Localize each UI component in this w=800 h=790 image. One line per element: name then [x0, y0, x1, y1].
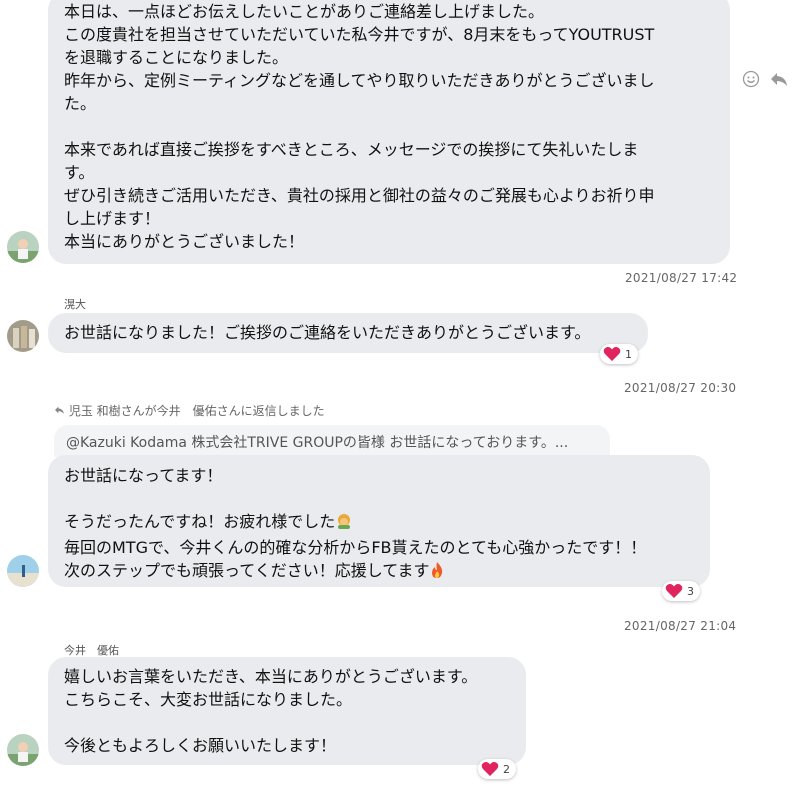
message-line: こちらこそ、大変お世話になりました。: [64, 690, 353, 709]
smiley-icon[interactable]: [742, 70, 760, 93]
timestamp: 2021/08/27 17:42: [625, 271, 738, 285]
heart-icon: [603, 346, 621, 362]
avatar[interactable]: [7, 555, 39, 587]
reply-arrow-icon[interactable]: [770, 70, 788, 93]
message-line: この度貴社を担当させていただいていた私今井ですが、8月末をもってYOUTRUST: [64, 25, 655, 44]
timestamp: 2021/08/27 21:04: [624, 619, 737, 633]
message-line-with-emoji: そうだったんですね！お疲れ様でした: [64, 510, 694, 536]
message-line: お世話になってます！: [64, 466, 223, 485]
avatar[interactable]: [7, 320, 39, 352]
message-line: 今後ともよろしくお願いいたします！: [64, 736, 337, 755]
bow-emoji: [335, 512, 353, 536]
sender-name: 今井 優佑: [64, 644, 119, 657]
message-line: た。: [64, 94, 97, 113]
message-line: し上げます！: [64, 209, 161, 228]
message-line: 本当にありがとうございました！: [64, 232, 305, 251]
reaction-badge[interactable]: 2: [478, 759, 516, 779]
reaction-count: 1: [625, 347, 632, 361]
message-line: 昨年から、定例ミーティングなどを通してやり取りいただきありがとうございまし: [64, 71, 655, 90]
quoted-message[interactable]: @Kazuki Kodama 株式会社TRIVE GROUPの皆様 お世話になっ…: [54, 425, 610, 457]
message-line-with-emoji: 次のステップでも頑張ってください！応援してます: [64, 559, 694, 585]
message-line: 本日は、一点ほどお伝えしたいことがありご連絡差し上げました。: [64, 2, 545, 21]
reaction-badge[interactable]: 3: [662, 581, 700, 601]
quoted-text: @Kazuki Kodama 株式会社TRIVE GROUPの皆様 お世話になっ…: [66, 435, 569, 451]
heart-icon: [665, 583, 683, 599]
message-line: 本来であれば直接ご挨拶をすべきところ、メッセージでの挨拶にて失礼いたしま: [64, 140, 639, 159]
reaction-count: 3: [687, 584, 694, 598]
message-actions: [742, 70, 788, 93]
message-line: ぜひ引き続きご活用いただき、貴社の採用と御社の益々のご発展も心よりお祈り申: [64, 186, 655, 205]
message-bubble: お世話になりました！ご挨拶のご連絡をいただきありがとうございます。: [48, 313, 648, 353]
message-text: 次のステップでも頑張ってください！応援してます: [64, 561, 430, 580]
reaction-badge[interactable]: 1: [600, 344, 638, 364]
fire-emoji: [429, 561, 445, 585]
reply-small-icon: [54, 404, 65, 418]
sender-name: 滉大: [64, 298, 86, 311]
reply-notice: 児玉 和樹さんが今井 優佑さんに返信しました: [54, 402, 325, 419]
message-line: 嬉しいお言葉をいただき、本当にありがとうございます。: [64, 667, 478, 686]
reply-notice-text: 児玉 和樹さんが今井 優佑さんに返信しました: [68, 404, 325, 418]
message-bubble: お世話になってます！ そうだったんですね！お疲れ様でした 毎回のMTGで、今井く…: [48, 455, 710, 587]
timestamp: 2021/08/27 20:30: [624, 381, 737, 395]
message-bubble: 嬉しいお言葉をいただき、本当にありがとうございます。 こちらこそ、大変お世話にな…: [48, 657, 526, 765]
message-line: を退職することになりました。: [64, 48, 289, 67]
message-line: 毎回のMTGで、今井くんの的確な分析からFB貰えたのとても心強かったです！！: [64, 538, 647, 557]
message-bubble: 本日は、一点ほどお伝えしたいことがありご連絡差し上げました。 この度貴社を担当さ…: [48, 0, 730, 264]
message-line: お世話になりました！ご挨拶のご連絡をいただきありがとうございます。: [64, 323, 591, 342]
avatar[interactable]: [7, 231, 39, 263]
heart-icon: [481, 761, 499, 777]
message-text: そうだったんですね！お疲れ様でした: [64, 512, 336, 531]
message-line: す。: [64, 163, 95, 182]
avatar[interactable]: [7, 734, 39, 766]
reaction-count: 2: [503, 762, 510, 776]
